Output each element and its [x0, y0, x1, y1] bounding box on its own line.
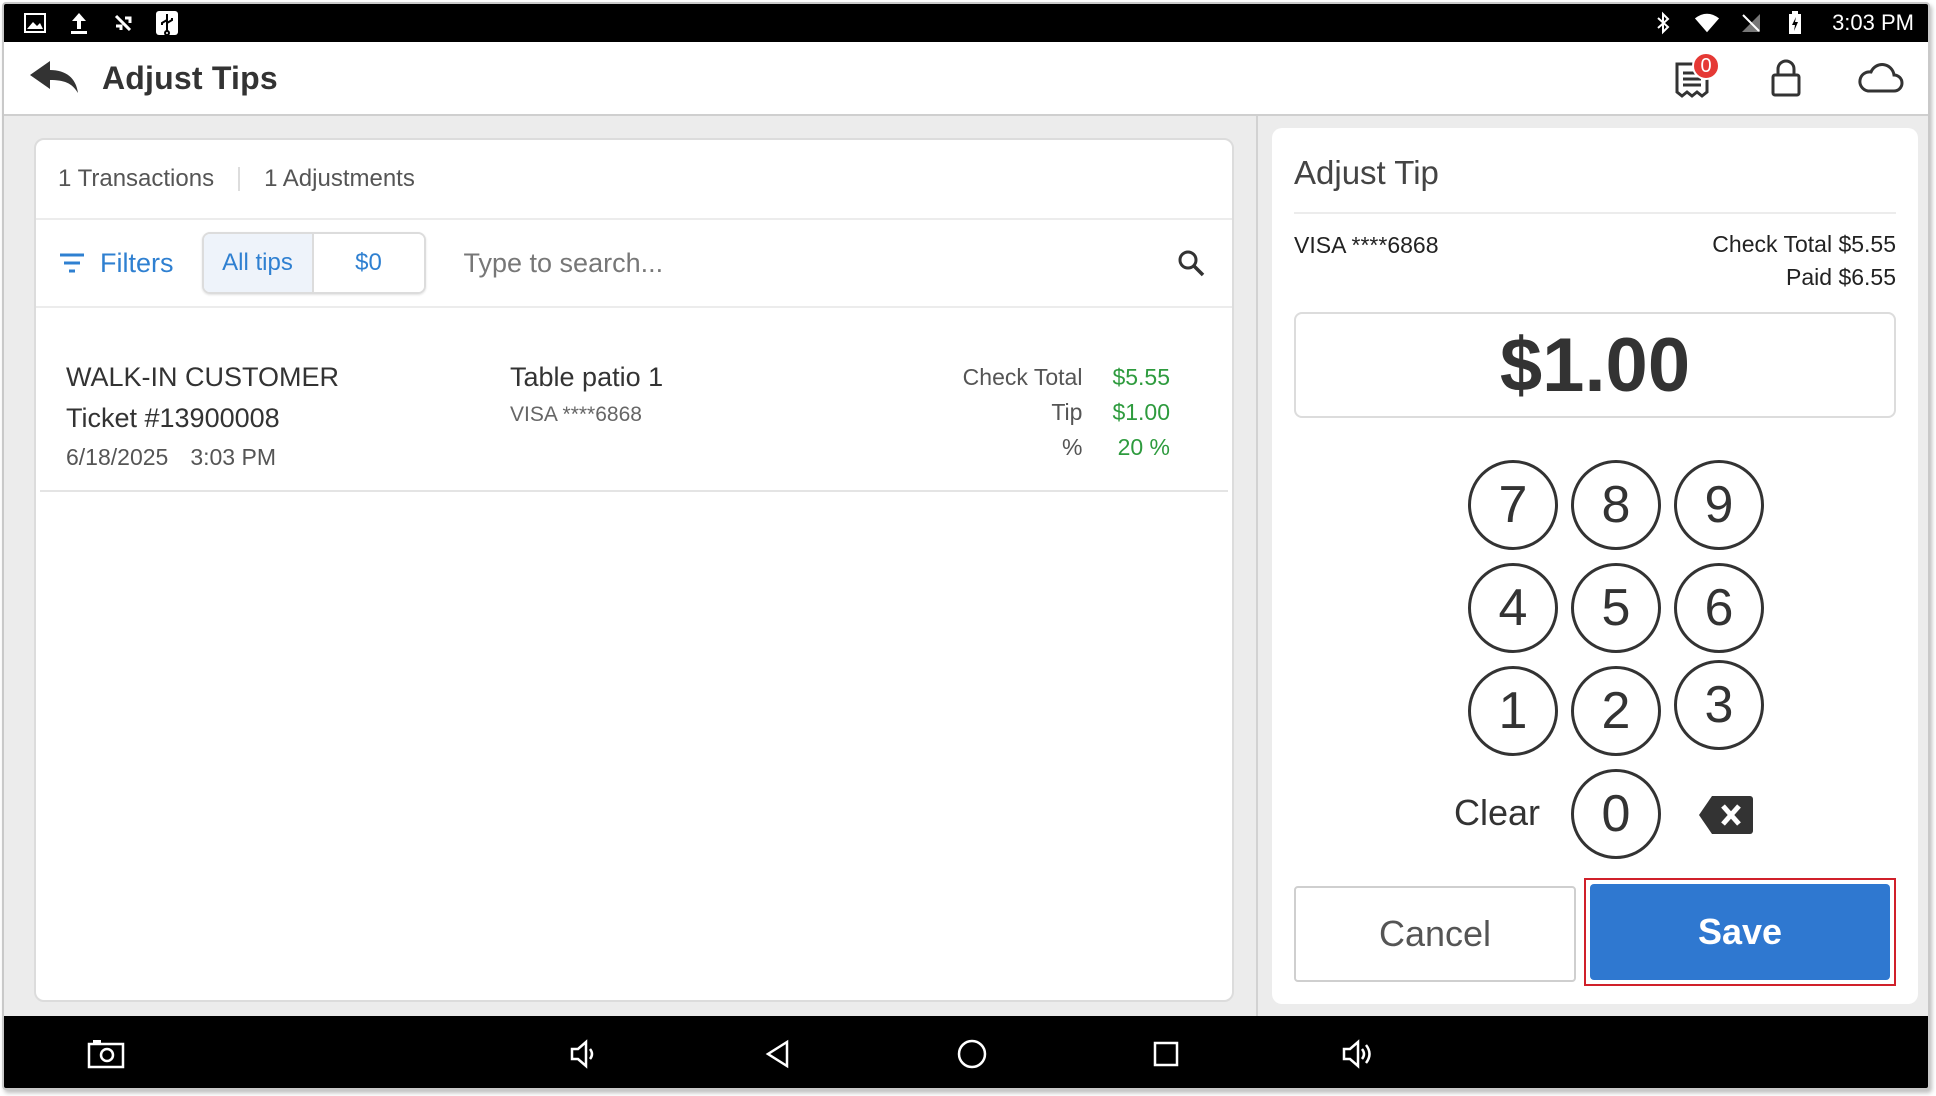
nav-back-button[interactable]	[754, 1030, 802, 1078]
tip-filter-segment: All tips $0	[201, 232, 426, 294]
lock-button[interactable]	[1758, 50, 1814, 106]
percent-value: 20 %	[1117, 434, 1170, 460]
transactions-count: 1 Transactions	[58, 165, 215, 192]
device-frame: 3:03 PM Adjust Tips 0 1 Transactions 1 A…	[2, 2, 1930, 1090]
receipt-count-badge: 0	[1692, 52, 1720, 80]
tip-value: $1.00	[1112, 399, 1170, 425]
key-5[interactable]: 5	[1571, 563, 1661, 653]
backspace-key[interactable]	[1698, 794, 1754, 836]
backspace-icon	[1699, 796, 1753, 834]
cloud-sync-button[interactable]	[1852, 50, 1908, 106]
lock-icon	[1771, 59, 1801, 97]
filter-icon	[60, 253, 84, 273]
customer-name: WALK-IN CUSTOMER	[66, 362, 340, 392]
status-bar: 3:03 PM	[4, 4, 1928, 42]
no-signal-icon	[110, 10, 136, 36]
cloud-icon	[1858, 63, 1904, 93]
wifi-icon	[1694, 10, 1720, 36]
check-total-label: Check Total	[962, 364, 1083, 390]
transaction-time: 3:03 PM	[190, 444, 276, 470]
back-button[interactable]	[24, 48, 84, 108]
key-3[interactable]: 3	[1674, 660, 1764, 750]
transaction-summary: 1 Transactions 1 Adjustments	[36, 140, 1232, 220]
key-4[interactable]: 4	[1468, 563, 1558, 653]
triangle-back-icon	[765, 1039, 789, 1069]
main-content: 1 Transactions 1 Adjustments Filters All…	[4, 116, 1928, 1016]
nav-home-button[interactable]	[948, 1030, 996, 1078]
check-total-value: $5.55	[1112, 364, 1170, 390]
key-8[interactable]: 8	[1571, 460, 1661, 550]
table-name: Table patio 1	[510, 362, 664, 392]
navigation-bar	[4, 1016, 1928, 1088]
upload-icon	[66, 10, 92, 36]
panel-divider	[1256, 116, 1258, 1016]
clear-key[interactable]: Clear	[1454, 792, 1540, 834]
segment-zero-tips[interactable]: $0	[313, 234, 424, 292]
cancel-button[interactable]: Cancel	[1294, 886, 1576, 982]
filter-bar: Filters All tips $0	[36, 220, 1232, 308]
percent-label: %	[1061, 434, 1083, 460]
volume-up-icon	[1342, 1039, 1371, 1069]
key-7[interactable]: 7	[1468, 460, 1558, 550]
reply-arrow-icon	[30, 61, 78, 93]
circle-home-icon	[957, 1039, 987, 1069]
ticket-number: Ticket #13900008	[66, 403, 280, 433]
adjust-check-total: Check Total $5.55	[1712, 231, 1896, 257]
tip-amount-display: $1.00	[1294, 312, 1896, 418]
save-highlight: Save	[1584, 878, 1896, 986]
screenshot-button[interactable]	[82, 1030, 130, 1078]
adjust-paid-total: Paid $6.55	[1786, 264, 1896, 290]
cell-signal-icon	[1738, 10, 1764, 36]
save-button[interactable]: Save	[1590, 884, 1890, 980]
app-bar: Adjust Tips 0	[4, 42, 1928, 116]
receipts-button[interactable]: 0	[1664, 50, 1720, 106]
search-icon	[1178, 250, 1204, 277]
page-title: Adjust Tips	[102, 59, 278, 96]
adjust-tip-title: Adjust Tip	[1294, 128, 1896, 214]
camera-icon	[87, 1040, 125, 1069]
transaction-row[interactable]: WALK-IN CUSTOMER Ticket #13900008 6/18/2…	[40, 308, 1228, 492]
search-button[interactable]	[1166, 238, 1216, 288]
tip-label: Tip	[1051, 399, 1083, 425]
segment-all-tips[interactable]: All tips	[203, 234, 314, 292]
filters-button[interactable]: Filters	[48, 238, 184, 289]
action-buttons: Cancel Save	[1294, 878, 1896, 986]
volume-down-button[interactable]	[560, 1030, 608, 1078]
volume-up-button[interactable]	[1334, 1030, 1382, 1078]
gallery-icon	[22, 10, 48, 36]
transaction-amounts: Check Total $5.55 Tip $1.00 % 20 %	[963, 364, 1170, 461]
key-6[interactable]: 6	[1674, 563, 1764, 653]
square-recents-icon	[1153, 1041, 1179, 1067]
transactions-panel: 1 Transactions 1 Adjustments Filters All…	[34, 138, 1234, 1002]
adjust-card-number: VISA ****6868	[1294, 232, 1439, 258]
usb-icon	[154, 10, 180, 36]
key-0[interactable]: 0	[1571, 769, 1661, 859]
filters-label: Filters	[100, 247, 174, 278]
adjustments-count: 1 Adjustments	[264, 165, 415, 192]
status-time: 3:03 PM	[1832, 10, 1914, 35]
numeric-keypad: 7 8 9 4 5 6 1 2 3 Clear 0	[1294, 418, 1896, 880]
search-input[interactable]	[463, 233, 1154, 293]
bluetooth-icon	[1650, 10, 1676, 36]
card-number: VISA ****6868	[510, 403, 642, 426]
key-2[interactable]: 2	[1571, 666, 1661, 756]
summary-divider	[238, 167, 241, 191]
transaction-date: 6/18/2025	[66, 444, 169, 470]
key-9[interactable]: 9	[1674, 460, 1764, 550]
volume-down-icon	[570, 1039, 594, 1069]
key-1[interactable]: 1	[1468, 666, 1558, 756]
tip-info: VISA ****6868 Check Total $5.55 Paid $6.…	[1294, 214, 1896, 306]
adjust-tip-panel: Adjust Tip VISA ****6868 Check Total $5.…	[1272, 128, 1918, 1004]
nav-recents-button[interactable]	[1142, 1030, 1190, 1078]
battery-icon	[1782, 10, 1808, 36]
transaction-datetime: 6/18/2025 3:03 PM	[66, 444, 339, 471]
